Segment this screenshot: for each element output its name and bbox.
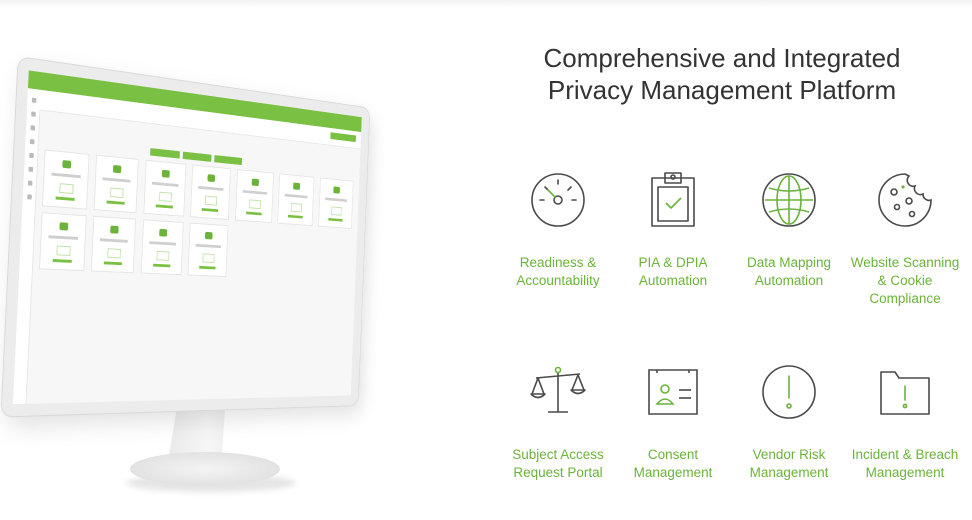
app-template-card [94, 154, 140, 214]
feature-label: Vendor Risk Management [749, 447, 829, 480]
feature-consent[interactable]: Consent Management [618, 362, 728, 482]
app-template-card [143, 159, 187, 217]
monitor-base [130, 452, 280, 486]
feature-data-mapping[interactable]: Data Mapping Automation [734, 170, 844, 290]
app-template-card [234, 169, 274, 224]
feature-label: Consent Management [633, 447, 713, 480]
app-template-grid [39, 149, 362, 287]
feature-label: Subject Access Request Portal [512, 447, 604, 480]
alert-folder-icon [875, 362, 935, 422]
feature-pia-dpia[interactable]: PIA & DPIA Automation [618, 170, 728, 290]
app-template-card [318, 177, 354, 229]
alert-circle-icon [759, 362, 819, 422]
globe-icon [759, 170, 819, 230]
monitor-display [1, 57, 370, 417]
scales-icon [528, 362, 588, 422]
top-divider [0, 0, 972, 8]
feature-vendor-risk[interactable]: Vendor Risk Management [734, 362, 844, 482]
page-headline: Comprehensive and Integrated Privacy Man… [520, 42, 924, 106]
feature-readiness[interactable]: Readiness & Accountability [503, 170, 613, 290]
app-header-button [330, 132, 357, 143]
feature-label: PIA & DPIA Automation [638, 255, 708, 288]
app-template-card [190, 164, 232, 220]
feature-website-scanning[interactable]: Website Scanning & Cookie Compliance [850, 170, 960, 308]
app-template-card [277, 173, 315, 227]
app-template-card [140, 219, 184, 276]
feature-incident-breach[interactable]: Incident & Breach Management [850, 362, 960, 482]
feature-label: Website Scanning & Cookie Compliance [850, 255, 960, 306]
id-card-icon [643, 362, 703, 422]
headline-line-2: Privacy Management Platform [547, 75, 897, 105]
app-template-card [91, 215, 137, 274]
clipboard-check-icon [643, 170, 703, 230]
headline-line-1: Comprehensive and Integrated [543, 43, 901, 73]
speedometer-icon [528, 170, 588, 230]
feature-subject-access[interactable]: Subject Access Request Portal [503, 362, 613, 482]
app-screenshot [12, 70, 362, 405]
monitor-illustration [0, 50, 490, 520]
app-template-card [187, 222, 229, 278]
app-template-card [42, 149, 90, 210]
feature-label: Data Mapping Automation [746, 255, 832, 288]
feature-label: Readiness & Accountability [516, 255, 600, 288]
cookie-icon [875, 170, 935, 230]
feature-label: Incident & Breach Management [851, 447, 959, 480]
app-template-card [39, 212, 87, 272]
